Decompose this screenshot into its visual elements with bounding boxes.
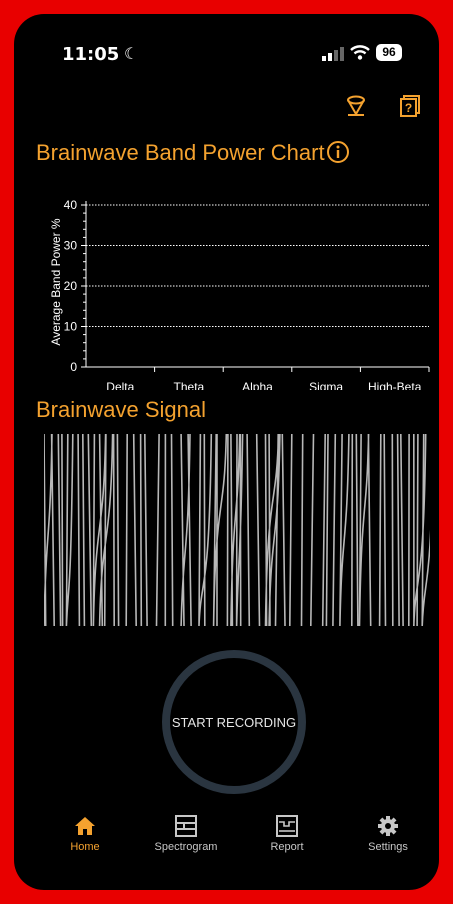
y-tick-label: 0 [70,360,77,374]
tab-home[interactable]: Home [40,809,130,853]
info-icon[interactable] [326,140,350,164]
x-tick-label: Theta [174,380,205,390]
y-tick-label: 10 [64,320,78,334]
wifi-icon [350,45,370,60]
tab-report-label: Report [270,841,304,853]
status-bar: 11:05 ☾ 96 [14,14,439,70]
help-book-icon[interactable]: ? [398,94,422,118]
status-time: 11:05 [62,44,120,65]
home-icon [75,817,95,835]
tab-settings-label: Settings [368,841,408,853]
tab-report[interactable]: Report [242,809,332,853]
tab-home-label: Home [70,841,100,853]
cellular-signal-icon [322,47,344,61]
tab-bar: Home Spectrogram Report Settings [14,809,439,869]
band-power-chart: Average Band Power % 0 10 20 30 40 Delta Thet… [49,198,430,390]
chart-y-axis-label: Average Band Power % [49,218,63,346]
y-tick-label: 30 [64,239,78,253]
y-tick-label: 40 [64,198,78,212]
tab-spectrogram-label: Spectrogram [154,841,218,853]
start-recording-button[interactable]: START RECORDING [162,650,306,794]
report-icon [276,815,298,837]
tab-spectrogram[interactable]: Spectrogram [141,809,231,853]
brainwave-signal-trace [44,434,430,626]
tab-settings[interactable]: Settings [343,809,433,853]
spectrogram-icon [175,815,197,837]
signal-trace-path [44,434,430,626]
sensor-headband-icon[interactable] [344,94,368,118]
x-tick-label: High-Beta [368,380,422,390]
x-tick-label: Sigma [309,380,343,390]
x-tick-label: Delta [106,380,134,390]
battery-indicator: 96 [376,44,402,61]
y-tick-label: 20 [64,279,78,293]
start-recording-label: START RECORDING [171,714,297,730]
gear-icon [378,816,398,836]
band-chart-title: Brainwave Band Power Chart [36,140,325,165]
signal-title: Brainwave Signal [36,397,206,422]
svg-text:?: ? [405,101,412,115]
moon-icon: ☾ [124,46,139,63]
x-tick-label: Alpha [242,380,273,390]
phone-screen: 11:05 ☾ 96 ? Brainwave Band Power Chart [14,14,439,890]
